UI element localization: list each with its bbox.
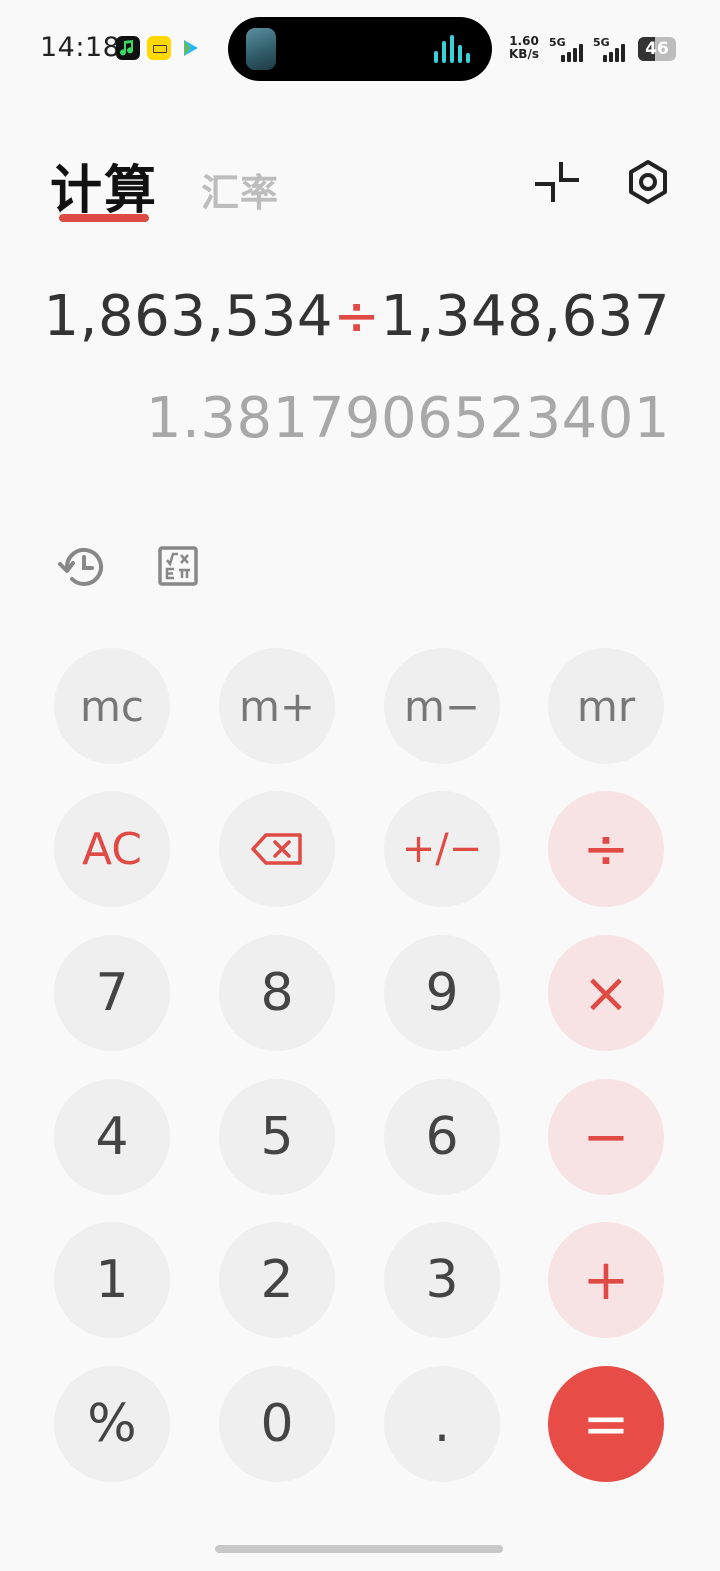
memory-recall-button[interactable]: mr [548,648,664,764]
history-icon [58,547,103,586]
divide-button[interactable]: ÷ [548,791,664,907]
all-clear-button[interactable]: AC [54,791,170,907]
digit-1-button[interactable]: 1 [54,1222,170,1338]
digit-3-button[interactable]: 3 [384,1222,500,1338]
sim1-label: 5G [549,36,566,49]
scientific-mode-button[interactable] [154,542,204,592]
memory-clear-button[interactable]: mc [54,648,170,764]
digit-9-button[interactable]: 9 [384,935,500,1051]
memory-add-button[interactable]: m+ [219,648,335,764]
split-screen-icon [535,162,579,202]
music-app-icon [116,36,140,60]
multiply-button[interactable]: × [548,935,664,1051]
digit-7-button[interactable]: 7 [54,935,170,1051]
settings-button[interactable] [624,158,672,206]
status-time: 14:18 [40,32,121,63]
split-screen-button[interactable] [533,158,581,206]
scientific-calculator-icon [158,546,198,586]
digit-6-button[interactable]: 6 [384,1079,500,1195]
signal-sim2-icon: 5G [593,36,633,62]
sim2-label: 5G [593,36,610,49]
status-bar: 14:18 1.60 KB/s 5G 5G 46 [0,0,720,100]
result-display: 1.3817906523401 [145,386,670,451]
sign-toggle-button[interactable]: +/− [384,791,500,907]
tab-calculator[interactable]: 计算 [50,148,158,223]
active-tab-indicator [59,214,149,222]
digit-8-button[interactable]: 8 [219,935,335,1051]
reader-app-icon [147,36,171,60]
memory-subtract-button[interactable]: m− [384,648,500,764]
battery-icon: 46 [638,37,676,61]
digit-2-button[interactable]: 2 [219,1222,335,1338]
subtract-button[interactable]: − [548,1079,664,1195]
equals-button[interactable]: = [548,1366,664,1482]
digit-4-button[interactable]: 4 [54,1079,170,1195]
digit-5-button[interactable]: 5 [219,1079,335,1195]
home-indicator[interactable] [215,1545,503,1553]
percent-button[interactable]: % [54,1366,170,1482]
network-speed: 1.60 KB/s [509,35,539,61]
history-button[interactable] [58,542,108,592]
digit-0-button[interactable]: 0 [219,1366,335,1482]
video-app-icon [178,36,202,60]
gear-icon [629,160,667,204]
now-playing-artwork [246,28,276,70]
battery-level: 46 [645,39,669,59]
operand-1: 1,863,534 [43,284,334,349]
decimal-point-button[interactable]: . [384,1366,500,1482]
network-speed-unit: KB/s [509,47,539,61]
dynamic-island[interactable] [228,17,492,81]
operator-symbol: ÷ [333,284,381,349]
expression-display: 1,863,534÷1,348,637 [44,284,670,349]
audio-wave-icon [434,35,478,63]
backspace-button[interactable] [219,791,335,907]
tab-exchange-rate[interactable]: 汇率 [201,162,279,217]
add-button[interactable]: + [548,1222,664,1338]
signal-sim1-icon: 5G [549,36,589,62]
backspace-icon [251,833,302,865]
operand-2: 1,348,637 [380,284,670,349]
